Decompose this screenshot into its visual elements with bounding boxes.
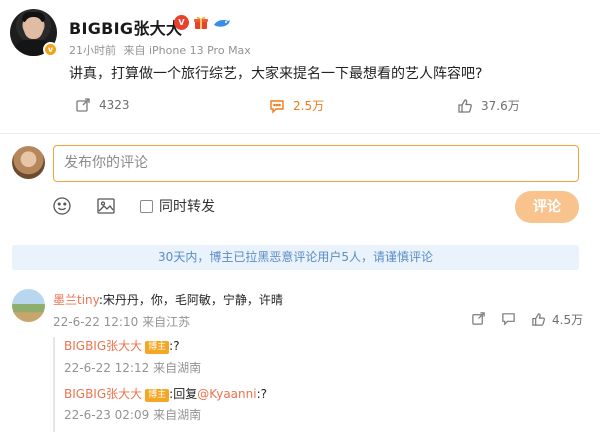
repost-count: 4323: [99, 98, 130, 112]
repost-button[interactable]: 4323: [75, 97, 130, 113]
composer-tools: 同时转发: [52, 196, 215, 216]
comment-reply-button[interactable]: [501, 311, 516, 326]
submit-comment-button[interactable]: 评论: [515, 191, 579, 223]
comment-date: 22-6-22 12:10: [53, 315, 139, 329]
like-icon: [532, 313, 545, 326]
repost-icon: [76, 98, 90, 112]
post-actions: 4323 2.5万 37.6万: [0, 97, 600, 119]
comment-count: 2.5万: [293, 99, 325, 113]
commenter-avatar[interactable]: [12, 289, 45, 322]
divider: [0, 133, 600, 134]
repost-checkbox-label[interactable]: 同时转发: [159, 196, 215, 216]
comment-repost-button[interactable]: [471, 311, 486, 326]
gift-badge-icon: [194, 16, 208, 29]
comment-like-count: 4.5万: [552, 313, 584, 327]
comment-like-button[interactable]: 4.5万: [531, 311, 583, 328]
reply-date: 22-6-23 02:09: [64, 408, 150, 422]
reply-meta: 22-6-22 12:12 来自湖南: [64, 359, 201, 376]
blogger-badge: 博主: [145, 389, 170, 402]
blogger-badge: 博主: [145, 341, 170, 354]
post-meta: 21小时前 来自 iPhone 13 Pro Max: [69, 42, 255, 58]
like-button[interactable]: 37.6万: [457, 97, 520, 114]
bird-badge-icon: [214, 19, 230, 27]
like-icon: [458, 98, 472, 113]
reply-thread: BIGBIG张大大 博主:? 22-6-22 12:12 来自湖南 BIGBIG张…: [53, 337, 579, 432]
reply-text: :?: [169, 339, 180, 353]
comment-meta: 22-6-22 12:10 来自江苏: [53, 313, 190, 330]
repost-checkbox[interactable]: [140, 199, 153, 213]
reply-date: 22-6-22 12:12: [64, 361, 150, 375]
emoji-icon[interactable]: [52, 196, 72, 216]
reply-location: 来自湖南: [153, 408, 202, 422]
reply-meta: 22-6-23 02:09 来自湖南: [64, 406, 201, 423]
poster-username[interactable]: BIGBIG张大大: [69, 15, 182, 39]
comment-button[interactable]: 2.5万: [269, 97, 324, 114]
repost-icon: [472, 312, 485, 325]
reply-item: BIGBIG张大大 博主:?: [64, 337, 180, 354]
like-count: 37.6万: [481, 99, 520, 113]
level-badge-icon: V: [174, 15, 189, 30]
user-badges: V: [174, 15, 231, 30]
reply-location: 来自湖南: [153, 361, 202, 375]
post-source: 来自 iPhone 13 Pro Max: [123, 44, 251, 57]
reply-username[interactable]: BIGBIG张大大: [64, 339, 142, 353]
comment-location: 来自江苏: [142, 315, 191, 329]
current-user-avatar[interactable]: [12, 146, 45, 179]
post-time[interactable]: 21小时前: [69, 44, 116, 57]
image-icon[interactable]: [96, 196, 116, 216]
comment-icon: [270, 99, 284, 114]
post-text: 讲真，打算做一个旅行综艺，大家来提名一下最想看的艺人阵容吧?: [69, 66, 483, 82]
reply-prefix: :回复: [169, 387, 198, 401]
commenter-username[interactable]: 墨兰tiny: [53, 293, 99, 307]
comment-notice: 30天内，博主已拉黑恶意评论用户5人，请谨慎评论: [12, 245, 579, 270]
reply-item: BIGBIG张大大 博主:回复@Kyaanni:?: [64, 385, 267, 402]
comment-icon: [502, 313, 515, 326]
comment-content: 墨兰tiny:宋丹丹，你，毛阿敏，宁静，许晴: [53, 291, 283, 308]
reply-username[interactable]: BIGBIG张大大: [64, 387, 142, 401]
reply-text: :?: [256, 387, 267, 401]
comment-text: :宋丹丹，你，毛阿敏，宁静，许晴: [98, 293, 283, 307]
verified-badge-icon: v: [43, 42, 58, 57]
reply-mention[interactable]: @Kyaanni: [197, 387, 256, 401]
comment-input[interactable]: 发布你的评论: [53, 145, 579, 182]
